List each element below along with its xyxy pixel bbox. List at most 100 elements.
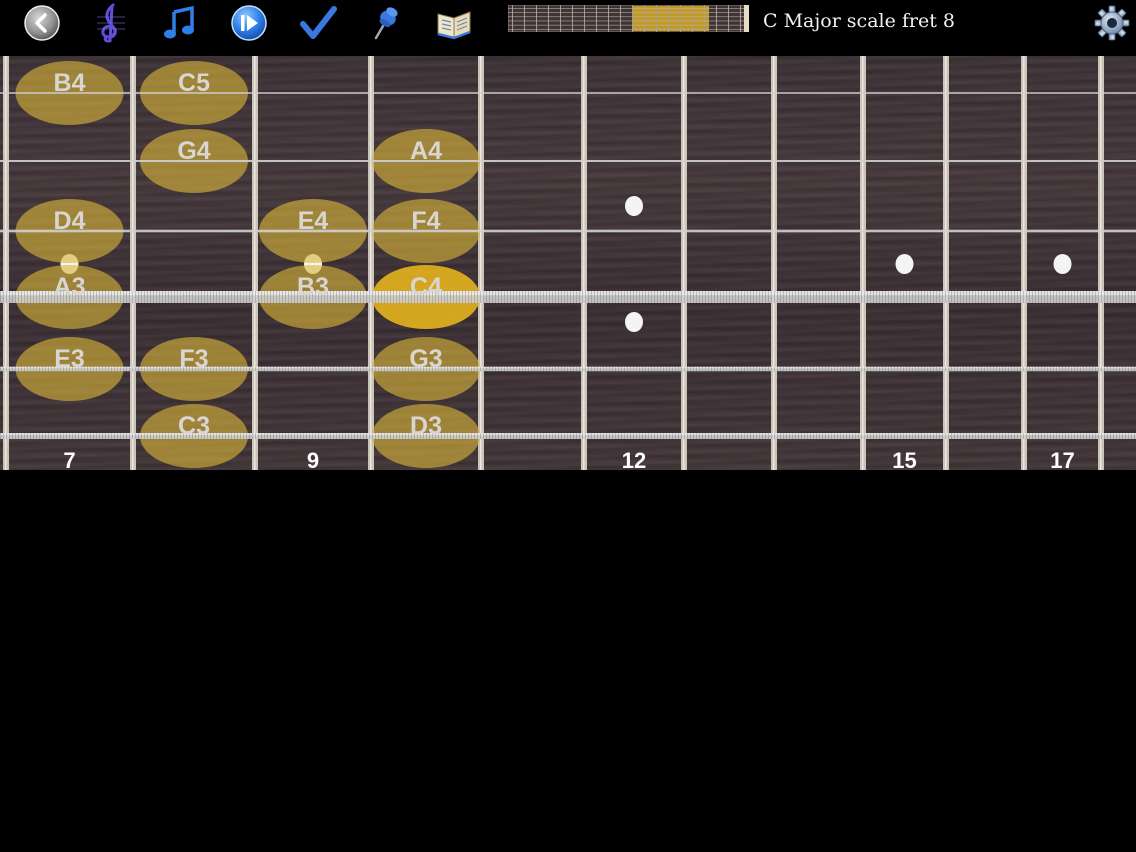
mini-fret: [620, 5, 621, 32]
string-winding: [651, 433, 652, 439]
fretboard-navigator[interactable]: [507, 4, 750, 33]
string-winding: [585, 433, 586, 439]
string-winding: [273, 366, 274, 372]
mini-fret: [608, 5, 609, 32]
string-winding: [72, 433, 73, 439]
string-winding: [768, 291, 769, 303]
string-winding: [1029, 366, 1030, 372]
string-winding: [885, 366, 886, 372]
string-winding: [876, 366, 877, 372]
string-winding: [975, 291, 976, 303]
string-winding: [483, 366, 484, 372]
string-winding: [276, 433, 277, 439]
string-winding: [21, 366, 22, 372]
string-winding: [801, 433, 802, 439]
string-winding: [126, 366, 127, 372]
book-button[interactable]: [434, 3, 474, 43]
string-winding: [669, 291, 670, 303]
string-winding: [294, 433, 295, 439]
string-winding: [846, 433, 847, 439]
string-winding: [471, 291, 472, 303]
string-winding: [873, 291, 874, 303]
string-winding: [222, 291, 223, 303]
string-winding: [540, 291, 541, 303]
string-winding: [774, 291, 775, 303]
string-winding: [1122, 366, 1123, 372]
notes-button[interactable]: [160, 3, 200, 43]
back-button[interactable]: [22, 3, 62, 43]
string-winding: [948, 366, 949, 372]
string-winding: [117, 366, 118, 372]
string-winding: [1086, 291, 1087, 303]
string-winding: [336, 291, 337, 303]
string-winding: [1065, 433, 1066, 439]
string-winding: [675, 366, 676, 372]
string-winding: [402, 291, 403, 303]
string-winding: [309, 366, 310, 372]
string-winding: [813, 291, 814, 303]
string-winding: [1002, 366, 1003, 372]
string-winding: [1038, 366, 1039, 372]
string-winding: [636, 433, 637, 439]
string-winding: [1008, 366, 1009, 372]
string-winding: [570, 366, 571, 372]
settings-button[interactable]: [1092, 3, 1132, 43]
string-winding: [9, 291, 10, 303]
string-winding: [528, 291, 529, 303]
pin-button[interactable]: [364, 3, 404, 43]
string-winding: [171, 366, 172, 372]
string-winding: [288, 366, 289, 372]
string-winding: [1131, 366, 1132, 372]
fret-wire-highlight: [1023, 56, 1025, 470]
string-winding: [45, 366, 46, 372]
mini-fret: [704, 5, 705, 32]
string-winding: [360, 366, 361, 372]
string-winding: [354, 366, 355, 372]
string-winding: [693, 366, 694, 372]
string-winding: [750, 433, 751, 439]
string-winding: [756, 291, 757, 303]
string-winding: [327, 433, 328, 439]
string-winding: [111, 433, 112, 439]
string-winding: [819, 291, 820, 303]
string-winding: [513, 433, 514, 439]
string-winding: [237, 433, 238, 439]
string-winding: [462, 366, 463, 372]
string-winding: [912, 366, 913, 372]
string-winding: [1107, 433, 1108, 439]
check-button[interactable]: [298, 3, 338, 43]
string-winding: [105, 366, 106, 372]
string-winding: [174, 433, 175, 439]
string-winding: [741, 366, 742, 372]
string-winding: [483, 291, 484, 303]
string-winding: [1029, 433, 1030, 439]
string-winding: [354, 433, 355, 439]
string-winding: [1050, 366, 1051, 372]
string-winding: [1116, 291, 1117, 303]
string-winding: [810, 291, 811, 303]
string-winding: [960, 291, 961, 303]
string-winding: [573, 291, 574, 303]
string-winding: [525, 291, 526, 303]
string-winding: [12, 366, 13, 372]
string-winding: [234, 433, 235, 439]
string-winding: [861, 366, 862, 372]
string-winding: [492, 433, 493, 439]
string-winding: [801, 366, 802, 372]
string-winding: [822, 291, 823, 303]
string-winding: [126, 291, 127, 303]
string-winding: [498, 366, 499, 372]
note-label: E3: [54, 345, 85, 373]
string-winding: [654, 366, 655, 372]
fretboard[interactable]: B4 C5 G4 A4 D4 E4 F4 A3 B3 C4 E3 F3 G3 C3 D3 7 9 12 15 17: [0, 56, 1136, 470]
string-winding: [453, 366, 454, 372]
string-winding: [51, 366, 52, 372]
string-winding: [333, 366, 334, 372]
play-button[interactable]: [229, 3, 269, 43]
string-winding: [576, 433, 577, 439]
string-winding: [624, 291, 625, 303]
clef-button[interactable]: [91, 3, 131, 43]
string-winding: [153, 366, 154, 372]
string-winding: [1053, 366, 1054, 372]
string-winding: [732, 433, 733, 439]
